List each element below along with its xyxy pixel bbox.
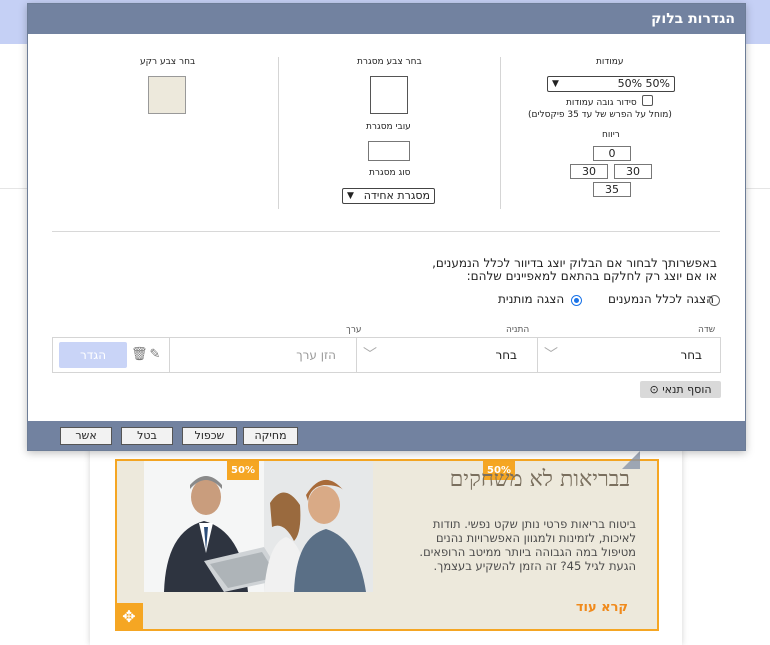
border-type-label: סוג מסגרת bbox=[369, 168, 411, 178]
spacing-bottom-input[interactable]: 35 bbox=[593, 182, 631, 197]
block-body-text[interactable]: ביטוח בריאות פרטי נותן שקט נפשי. תודות ל… bbox=[412, 517, 636, 573]
condition-operator-value: בחר bbox=[495, 348, 517, 362]
condition-value-input[interactable]: הזן ערך bbox=[169, 338, 356, 372]
visibility-description-line1: באפשרותך לבחור אם הבלוק יוצג בדיוור לכלל… bbox=[432, 256, 717, 270]
delete-button[interactable]: מחיקה bbox=[243, 427, 298, 445]
trash-icon[interactable]: 🗑 bbox=[131, 347, 148, 363]
visibility-description-line2: או אם יוצג רק לחלקם בהתאם למאפיינים שלהם… bbox=[466, 269, 717, 283]
spacing-left-input[interactable]: 30 bbox=[570, 164, 608, 179]
radio-conditional[interactable] bbox=[571, 295, 582, 306]
cancel-button[interactable]: בטל bbox=[121, 427, 173, 445]
pencil-icon[interactable]: ✎ bbox=[148, 347, 162, 363]
block-image[interactable] bbox=[144, 461, 373, 592]
condition-operator-header: התניה bbox=[506, 325, 530, 335]
dialog-footer: אשר בטל שכפול מחיקה bbox=[28, 421, 745, 450]
column-separator bbox=[500, 57, 501, 209]
condition-field-value: בחר bbox=[680, 348, 702, 362]
people-at-laptop-image bbox=[144, 461, 373, 592]
uniform-height-label: סידור גובה עמודות bbox=[566, 98, 637, 108]
background-color-swatch[interactable] bbox=[148, 76, 186, 114]
section-divider bbox=[52, 231, 720, 232]
condition-field-header: שדה bbox=[698, 325, 716, 335]
condition-operator-select[interactable]: בחר bbox=[356, 338, 537, 372]
columns-label: עמודות bbox=[596, 57, 624, 67]
chevron-down-icon: ﹀ bbox=[544, 347, 558, 363]
add-condition-button[interactable]: הוסף תנאי ⊙ bbox=[640, 381, 721, 398]
uniform-height-checkbox[interactable] bbox=[642, 95, 653, 106]
confirm-button[interactable]: אשר bbox=[60, 427, 112, 445]
move-handle-icon[interactable]: ✥ bbox=[115, 603, 143, 631]
spacing-label: ריווח bbox=[602, 130, 620, 140]
border-color-label: בחר צבע מסגרת bbox=[357, 57, 422, 67]
uniform-height-hint: (מוחל על הפרש של עד 35 פיקסלים) bbox=[528, 110, 672, 120]
add-condition-label: הוסף תנאי bbox=[662, 383, 712, 396]
spacing-right-input[interactable]: 30 bbox=[614, 164, 652, 179]
chevron-down-icon: ▼ bbox=[347, 191, 354, 201]
condition-value-placeholder: הזן ערך bbox=[296, 348, 336, 362]
column-separator bbox=[278, 57, 279, 209]
radio-conditional-label[interactable]: הצגה מותנית bbox=[498, 292, 564, 306]
duplicate-button[interactable]: שכפול bbox=[182, 427, 237, 445]
border-type-select-value: מסגרת אחידה bbox=[363, 189, 430, 202]
block-title[interactable]: בבריאות לא משחקים bbox=[450, 466, 630, 492]
dialog-title: הגדרות בלוק bbox=[28, 4, 745, 34]
chevron-down-icon: ▼ bbox=[552, 79, 559, 89]
condition-row: בחר ﹀ בחר ﹀ הזן ערך ✎ 🗑 הגדר bbox=[52, 337, 721, 373]
background-color-label: בחר צבע רקע bbox=[140, 57, 196, 67]
columns-select-value: 50% 50% bbox=[617, 77, 670, 90]
block-settings-dialog: הגדרות בלוק עמודות 50% 50% ▼ סידור גובה … bbox=[27, 3, 746, 451]
block-corner-arrow-icon bbox=[622, 451, 640, 469]
condition-value-header: ערך bbox=[346, 325, 362, 335]
columns-select[interactable]: 50% 50% ▼ bbox=[547, 76, 675, 92]
read-more-link[interactable]: קרא עוד bbox=[576, 600, 628, 615]
border-type-select[interactable]: מסגרת אחידה ▼ bbox=[342, 188, 435, 204]
condition-field-select[interactable]: בחר bbox=[537, 338, 722, 372]
define-button[interactable]: הגדר bbox=[59, 342, 127, 368]
spacing-top-input[interactable]: 0 bbox=[593, 146, 631, 161]
border-color-swatch[interactable] bbox=[370, 76, 408, 114]
radio-show-all-label[interactable]: הצגה לכלל הנמענים bbox=[608, 292, 714, 306]
border-width-label: עובי מסגרת bbox=[366, 122, 411, 132]
add-circle-icon: ⊙ bbox=[649, 383, 659, 396]
left-column-width-badge: 50% bbox=[227, 461, 259, 480]
chevron-down-icon: ﹀ bbox=[363, 347, 377, 363]
border-width-input[interactable] bbox=[368, 141, 410, 161]
